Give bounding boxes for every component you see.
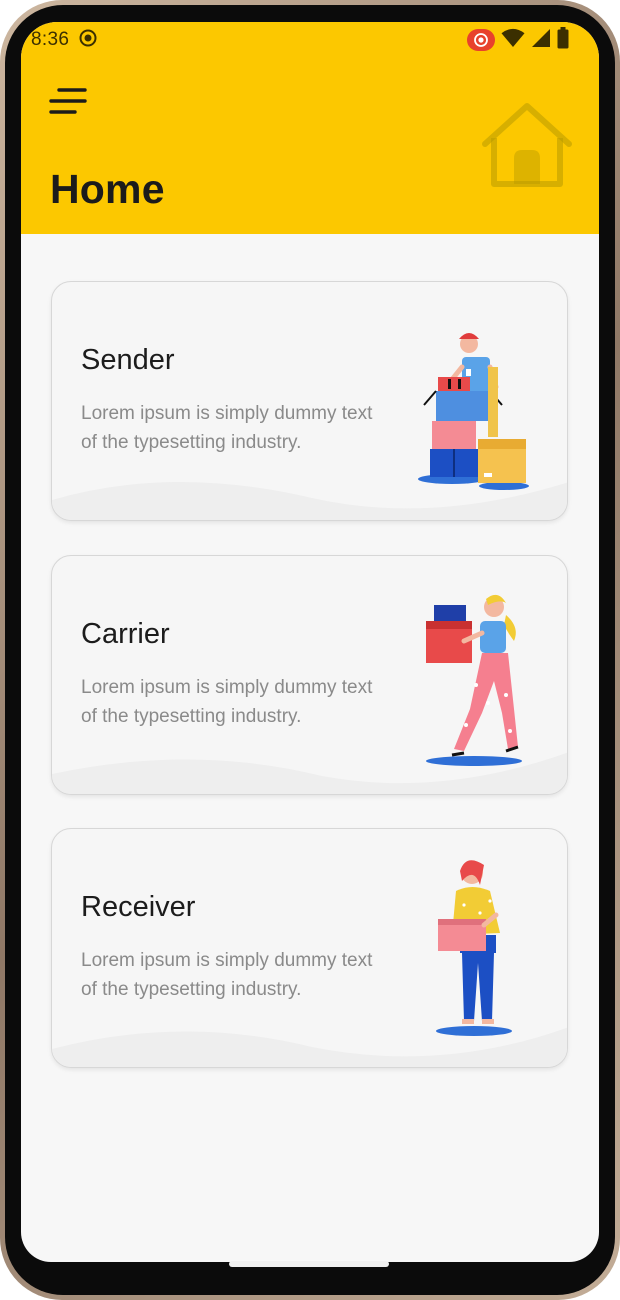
card-title: Sender	[81, 344, 175, 376]
battery-icon	[557, 26, 569, 54]
status-left: 8:36	[31, 29, 97, 52]
cellular-signal-icon	[531, 28, 551, 53]
recording-badge-icon	[467, 29, 495, 51]
card-description: Lorem ipsum is simply dummy text of the …	[81, 950, 373, 1000]
status-time: 8:36	[31, 29, 70, 50]
screen-record-icon	[79, 29, 97, 52]
page-title: Home	[50, 166, 165, 212]
sender-illustration	[418, 333, 529, 490]
carrier-card[interactable]: Carrier Lorem ipsum is simply dummy text…	[51, 555, 568, 795]
sender-card[interactable]: Sender Lorem ipsum is simply dummy text …	[51, 281, 568, 521]
status-bar: 8:36	[21, 22, 599, 58]
receiver-illustration	[436, 860, 512, 1036]
card-title: Receiver	[81, 891, 196, 923]
card-description: Lorem ipsum is simply dummy text of the …	[81, 677, 373, 727]
app-header: 8:36 Home	[21, 22, 599, 234]
menu-button[interactable]	[45, 84, 89, 118]
app-screen: 8:36 Home Sender Lorem ipsum is simply d…	[21, 22, 599, 1262]
menu-icon	[49, 88, 87, 114]
card-description: Lorem ipsum is simply dummy text of the …	[81, 403, 373, 453]
receiver-card[interactable]: Receiver Lorem ipsum is simply dummy tex…	[51, 828, 568, 1068]
status-right	[467, 26, 569, 54]
wifi-icon	[501, 28, 525, 53]
home-indicator[interactable]	[229, 1261, 389, 1267]
house-icon	[482, 103, 572, 187]
card-title: Carrier	[81, 618, 170, 650]
carrier-illustration	[426, 594, 522, 766]
